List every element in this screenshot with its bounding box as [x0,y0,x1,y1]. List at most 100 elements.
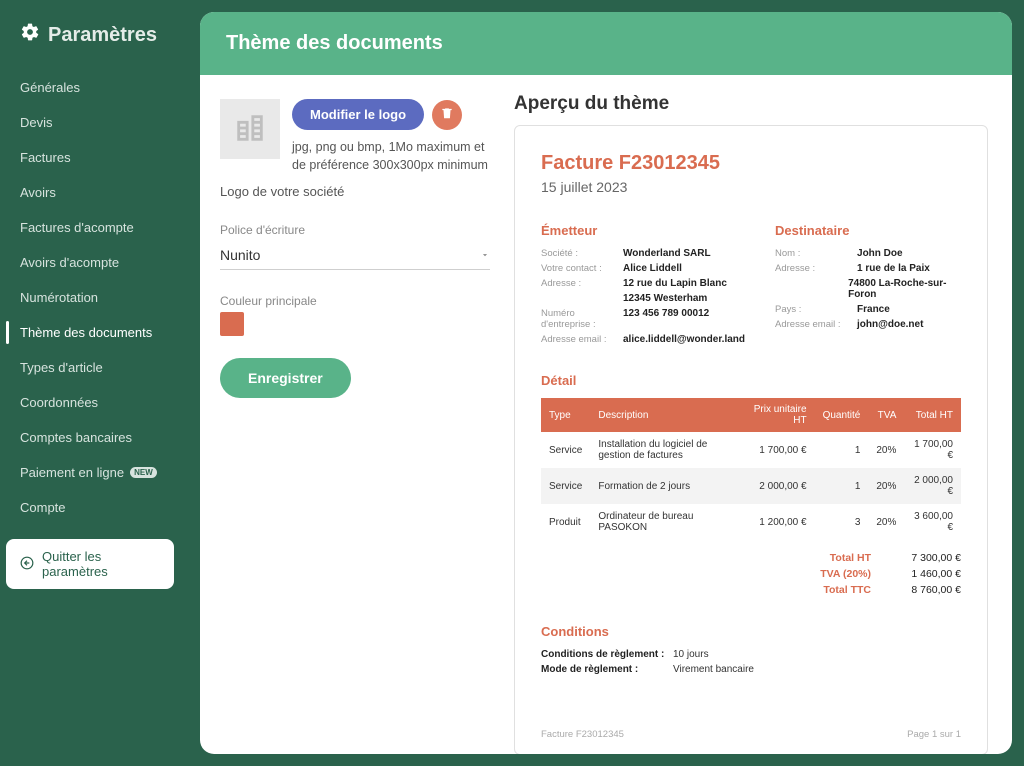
sender-block: Émetteur Société :Wonderland SARLVotre c… [541,223,745,349]
recipient-block: Destinataire Nom :John DoeAdresse :1 rue… [775,223,961,349]
sidebar-item-label: Factures d'acompte [20,220,134,235]
sidebar-item-label: Générales [20,80,80,95]
cell: 20% [868,504,904,540]
sidebar: Paramètres Générales Devis Factures Avoirs F… [0,0,200,766]
kv-key [775,278,848,300]
kv-key: Adresse email : [541,334,623,345]
sidebar-item-2[interactable]: Factures [6,140,194,175]
sidebar-title-text: Paramètres [48,24,157,47]
cell: 1 [815,468,869,504]
sidebar-item-label: Thème des documents [20,325,152,340]
col-header: TVA [868,398,904,432]
sidebar-item-8[interactable]: Types d'article [6,350,194,385]
totals-row: Total HT7 300,00 € [541,552,961,564]
preview-pane: Aperçu du thème Facture F23012345 15 jui… [510,75,1012,754]
preview-title: Aperçu du thème [514,93,988,115]
cell: 1 700,00 € [904,432,961,468]
sidebar-item-label: Coordonnées [20,395,98,410]
cell: 1 200,00 € [744,504,814,540]
kv-value: john@doe.net [857,319,923,330]
detail-heading: Détail [541,373,961,388]
col-header: Description [590,398,744,432]
totals-value: 7 300,00 € [889,552,961,564]
color-label: Couleur principale [220,294,490,308]
cell: Service [541,432,590,468]
sidebar-item-12[interactable]: Compte [6,490,194,525]
sidebar-item-7[interactable]: Thème des documents [6,315,194,350]
document-preview: Facture F23012345 15 juillet 2023 Émette… [514,125,988,754]
sidebar-item-label: Comptes bancaires [20,430,132,445]
quit-label: Quitter les paramètres [42,549,160,579]
kv-value: 12 rue du Lapin Blanc [623,278,727,289]
cell: Produit [541,504,590,540]
cell: 2 000,00 € [904,468,961,504]
sidebar-item-label: Compte [20,500,66,515]
gear-icon [20,22,40,48]
totals: Total HT7 300,00 €TVA (20%)1 460,00 €Tot… [541,552,961,596]
totals-value: 8 760,00 € [889,584,961,596]
kv-value: Alice Liddell [623,263,682,274]
kv-row: Adresse :12 rue du Lapin Blanc [541,278,745,289]
kv-key: Numéro d'entreprise : [541,308,623,330]
quit-settings-button[interactable]: Quitter les paramètres [6,539,174,589]
kv-key [541,293,623,304]
logo-placeholder [220,99,280,159]
sidebar-item-5[interactable]: Avoirs d'acompte [6,245,194,280]
sidebar-item-4[interactable]: Factures d'acompte [6,210,194,245]
kv-value: Wonderland SARL [623,248,711,259]
sidebar-item-label: Avoirs d'acompte [20,255,119,270]
cell: 20% [868,432,904,468]
primary-color-swatch[interactable] [220,312,244,336]
totals-label: Total TTC [791,584,871,596]
kv-row: Adresse email :john@doe.net [775,319,961,330]
recipient-heading: Destinataire [775,223,961,238]
sidebar-item-label: Avoirs [20,185,56,200]
cell: Installation du logiciel de gestion de f… [590,432,744,468]
trash-icon [440,106,454,123]
sidebar-item-3[interactable]: Avoirs [6,175,194,210]
sidebar-item-6[interactable]: Numérotation [6,280,194,315]
font-select[interactable]: Nunito [220,241,490,270]
kv-value: John Doe [857,248,903,259]
sidebar-item-9[interactable]: Coordonnées [6,385,194,420]
kv-key: Mode de règlement : [541,664,673,675]
modify-logo-button[interactable]: Modifier le logo [292,99,424,130]
kv-value: Virement bancaire [673,664,754,675]
cell: 20% [868,468,904,504]
sidebar-item-11[interactable]: Paiement en ligneNEW [6,455,194,490]
table-row: ProduitOrdinateur de bureau PASOKON1 200… [541,504,961,540]
cell: 1 [815,432,869,468]
sidebar-item-0[interactable]: Générales [6,70,194,105]
col-header: Type [541,398,590,432]
font-label: Police d'écriture [220,223,490,237]
doc-title: Facture F23012345 [541,152,961,175]
sidebar-item-label: Factures [20,150,71,165]
kv-key: Adresse : [541,278,623,289]
kv-key: Conditions de règlement : [541,649,673,660]
cell: 1 700,00 € [744,432,814,468]
cell: Formation de 2 jours [590,468,744,504]
col-header: Total HT [904,398,961,432]
delete-logo-button[interactable] [432,100,462,130]
kv-row: Numéro d'entreprise :123 456 789 00012 [541,308,745,330]
kv-row: Société :Wonderland SARL [541,248,745,259]
kv-row: Mode de règlement :Virement bancaire [541,664,961,675]
totals-label: TVA (20%) [791,568,871,580]
kv-row: Votre contact :Alice Liddell [541,263,745,274]
cell: 2 000,00 € [744,468,814,504]
building-icon [233,111,267,148]
sidebar-item-1[interactable]: Devis [6,105,194,140]
kv-row: 74800 La-Roche-sur-Foron [775,278,961,300]
kv-row: Pays :France [775,304,961,315]
detail-table: TypeDescriptionPrix unitaire HTQuantitéT… [541,398,961,540]
conditions-heading: Conditions [541,624,961,639]
sidebar-item-label: Numérotation [20,290,98,305]
save-button[interactable]: Enregistrer [220,358,351,398]
theme-form: Modifier le logo jpg, png ou bmp, 1Mo ma… [200,75,510,754]
content-card: Thème des documents Modifier le logo [200,12,1012,754]
sidebar-item-10[interactable]: Comptes bancaires [6,420,194,455]
doc-footer-left: Facture F23012345 [541,729,624,740]
col-header: Prix unitaire HT [744,398,814,432]
col-header: Quantité [815,398,869,432]
kv-value: 10 jours [673,649,709,660]
